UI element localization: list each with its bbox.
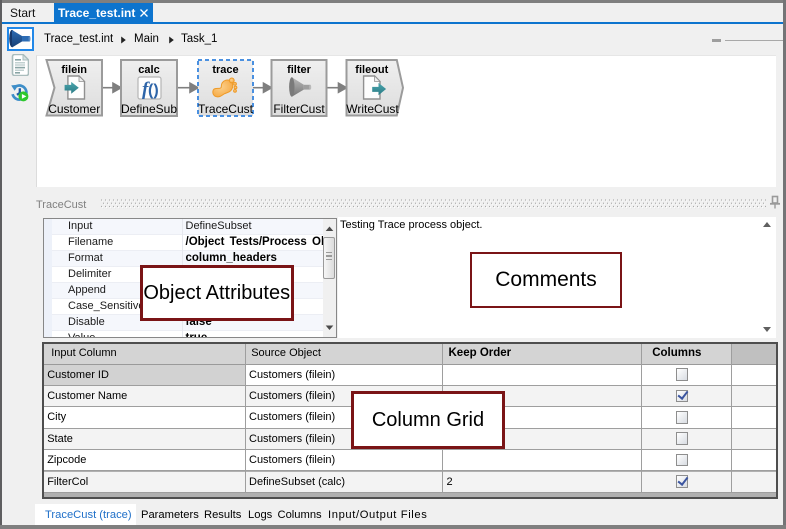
svg-text:trace: trace [212, 64, 238, 76]
svg-text:FilterCust: FilterCust [273, 102, 325, 116]
svg-text:TraceCust: TraceCust [198, 102, 254, 116]
svg-text:(): () [148, 82, 159, 99]
svg-text:WriteCust: WriteCust [346, 102, 399, 116]
svg-text:filein: filein [61, 64, 87, 76]
svg-text:DefineSub: DefineSub [121, 102, 177, 116]
svg-text:Customer: Customer [48, 102, 100, 116]
svg-text:calc: calc [138, 64, 159, 76]
svg-text:filter: filter [287, 64, 312, 76]
svg-text:fileout: fileout [355, 64, 388, 76]
